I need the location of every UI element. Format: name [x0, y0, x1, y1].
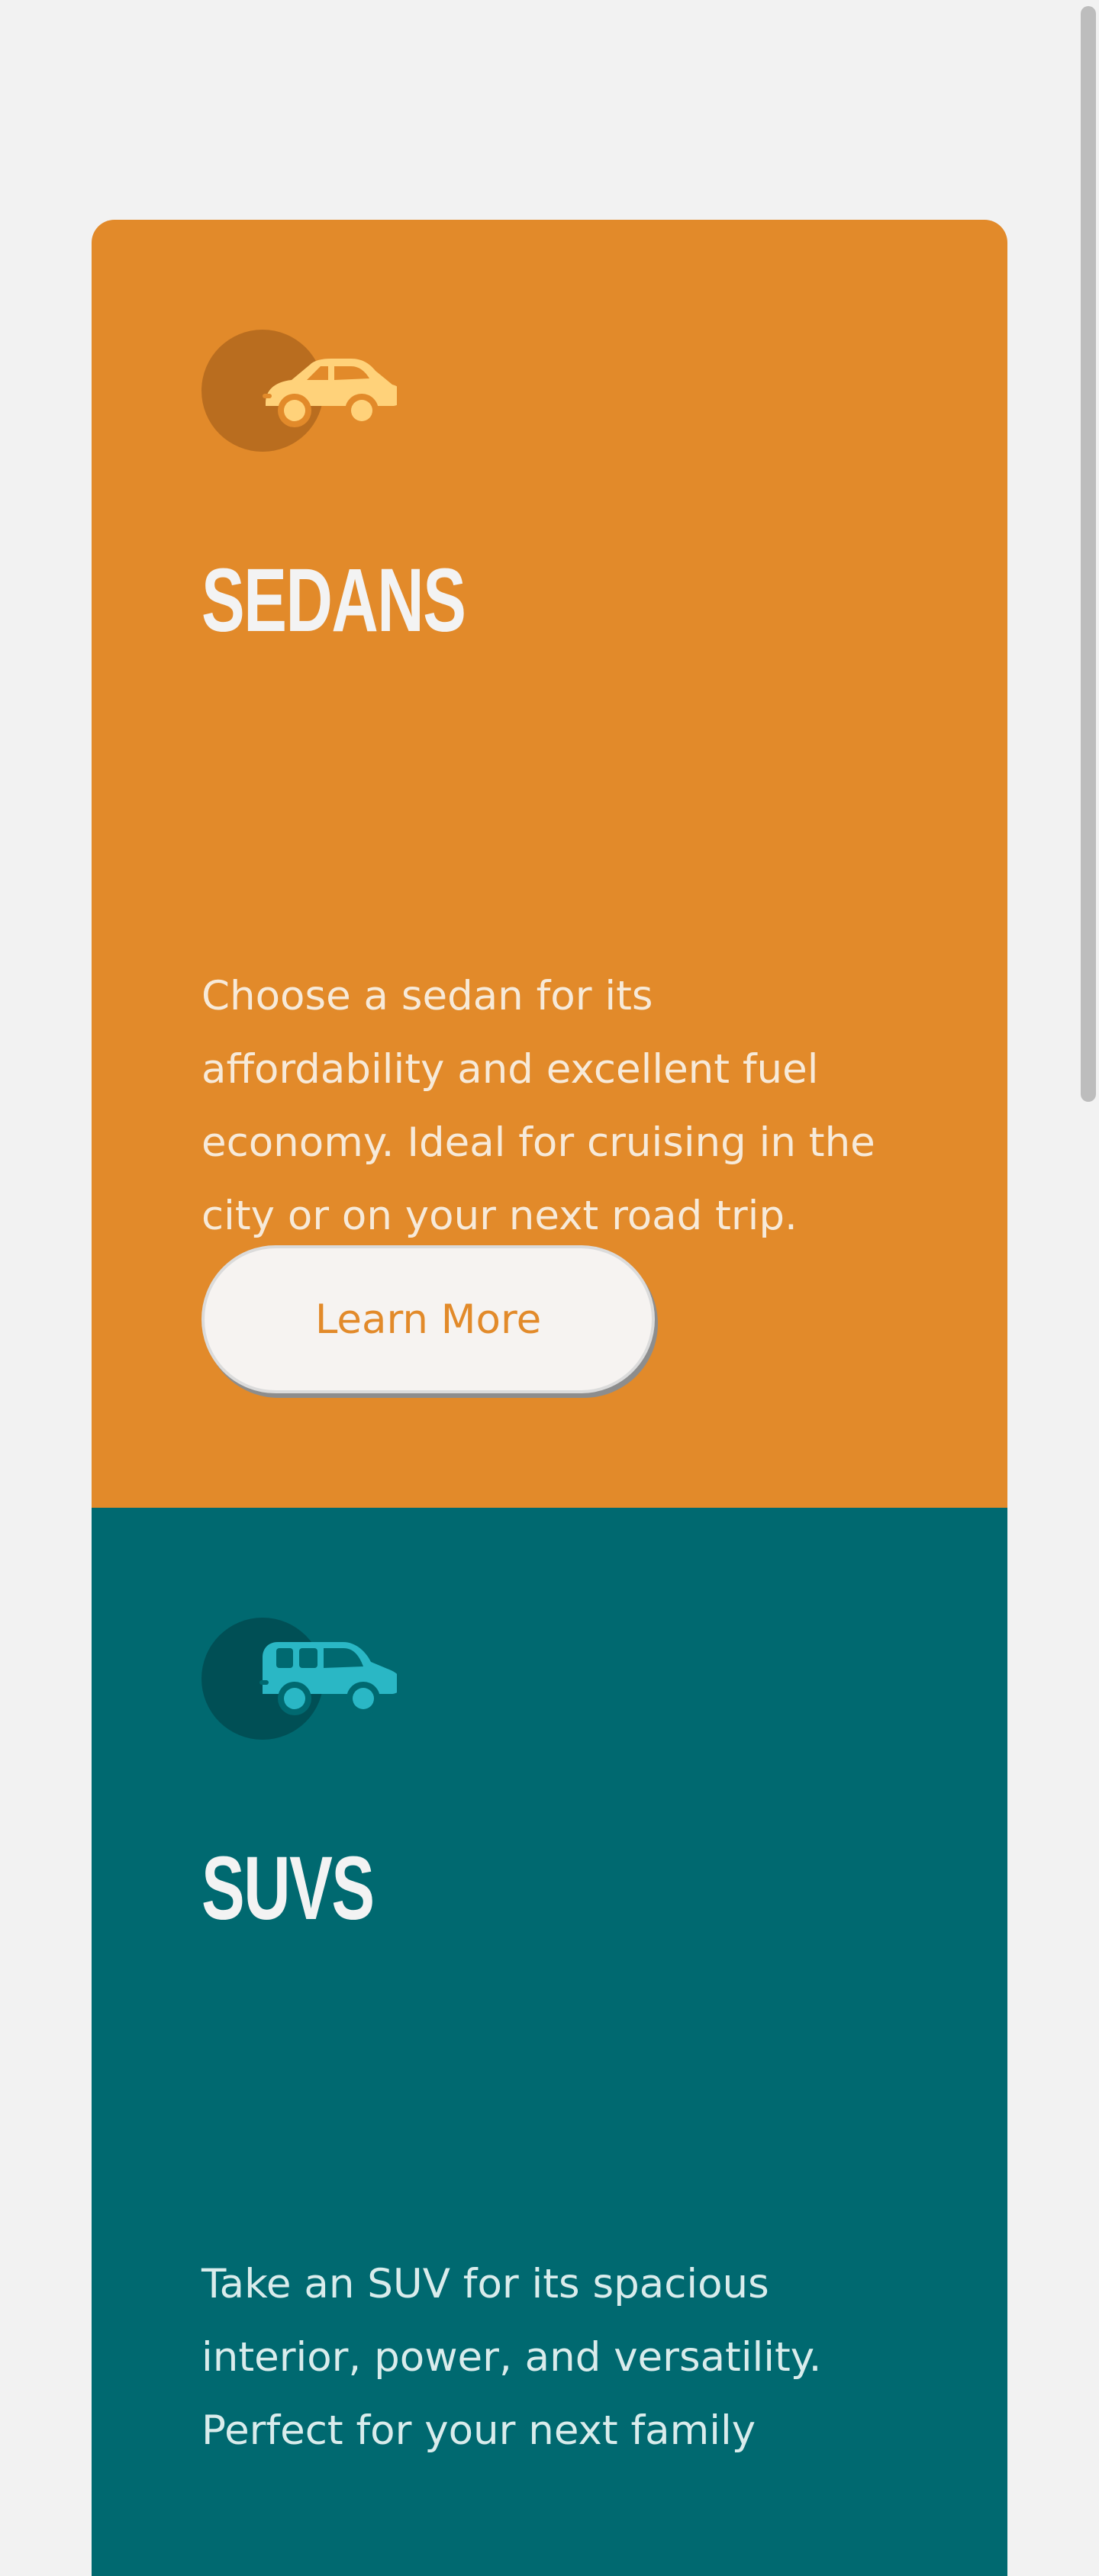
- sedans-card: SEDANS Choose a sedan for its affordabil…: [92, 220, 1007, 1508]
- card-description: Choose a sedan for its affordability and…: [201, 973, 875, 1239]
- card-title: SEDANS: [201, 550, 466, 651]
- sedan-car-icon: [201, 330, 397, 452]
- learn-more-button[interactable]: Learn More: [201, 1245, 655, 1393]
- vertical-scrollbar[interactable]: [1079, 0, 1096, 2259]
- scrollbar-thumb[interactable]: [1081, 6, 1096, 1102]
- suvs-card: SUVS Take an SUV for its spacious interi…: [92, 1508, 1007, 2576]
- suv-car-icon: [201, 1618, 397, 1740]
- product-cards: SEDANS Choose a sedan for its affordabil…: [92, 220, 1007, 2576]
- card-description: Take an SUV for its spacious interior, p…: [201, 2261, 822, 2454]
- card-title: SUVS: [201, 1838, 375, 1939]
